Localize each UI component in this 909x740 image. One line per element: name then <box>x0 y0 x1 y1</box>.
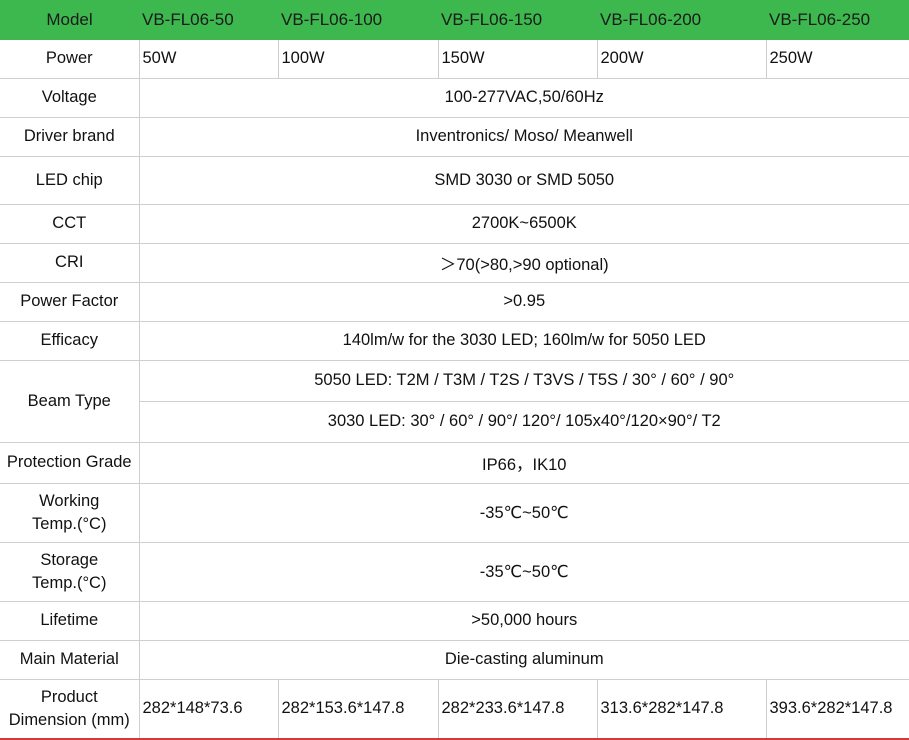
dimension-value-4: 313.6*282*147.8 <box>597 679 767 740</box>
power-value-3: 150W <box>438 40 598 79</box>
pf-label: Power Factor <box>0 282 140 322</box>
cct-label: CCT <box>0 204 140 244</box>
beam-label: Beam Type <box>0 360 140 443</box>
dimension-value-2: 282*153.6*147.8 <box>278 679 439 740</box>
power-label: Power <box>0 40 140 79</box>
voltage-value: 100-277VAC,50/60Hz <box>139 78 909 118</box>
dimension-row: Product Dimension (mm) 282*148*73.6 282*… <box>0 679 909 740</box>
efficacy-value: 140lm/w for the 3030 LED; 160lm/w for 50… <box>139 321 909 361</box>
voltage-row: Voltage 100-277VAC,50/60Hz <box>0 78 909 118</box>
driver-row: Driver brand Inventronics/ Moso/ Meanwel… <box>0 117 909 157</box>
protection-value: IP66，IK10 <box>139 442 909 484</box>
lifetime-value: >50,000 hours <box>139 601 909 641</box>
chip-label: LED chip <box>0 156 140 205</box>
lifetime-row: Lifetime >50,000 hours <box>0 601 909 641</box>
working-row: Working Temp.(°C) -35℃~50℃ <box>0 483 909 543</box>
dimension-label-line-1: Product <box>40 687 98 706</box>
efficacy-row: Efficacy 140lm/w for the 3030 LED; 160lm… <box>0 321 909 361</box>
model-1: VB-FL06-50 <box>139 0 278 40</box>
protection-row: Protection Grade IP66，IK10 <box>0 442 909 484</box>
power-value-5: 250W <box>766 40 909 79</box>
driver-label: Driver brand <box>0 117 140 157</box>
lifetime-label: Lifetime <box>0 601 140 641</box>
cri-row: CRI ＞70(>80,>90 optional) <box>0 243 909 283</box>
working-label: Working Temp.(°C) <box>0 483 140 543</box>
chip-value: SMD 3030 or SMD 5050 <box>139 156 909 205</box>
model-label: Model <box>0 0 139 40</box>
storage-label: Storage Temp.(°C) <box>0 542 140 602</box>
material-row: Main Material Die-casting aluminum <box>0 640 909 680</box>
storage-value: -35℃~50℃ <box>139 542 909 602</box>
cct-row: CCT 2700K~6500K <box>0 204 909 244</box>
dimension-label-line-2: Dimension (mm) <box>8 710 130 729</box>
dimension-label: Product Dimension (mm) <box>0 679 140 740</box>
dimension-value-5: 393.6*282*147.8 <box>766 679 909 740</box>
storage-label-line-2: Temp.(°C) <box>32 573 107 592</box>
pf-row: Power Factor >0.95 <box>0 282 909 322</box>
working-label-line-1: Working <box>39 491 100 510</box>
header-row: Model VB-FL06-50 VB-FL06-100 VB-FL06-150… <box>0 0 909 40</box>
efficacy-label: Efficacy <box>0 321 140 361</box>
working-label-line-2: Temp.(°C) <box>32 514 107 533</box>
spec-table: Model VB-FL06-50 VB-FL06-100 VB-FL06-150… <box>0 0 909 740</box>
power-value-4: 200W <box>597 40 767 79</box>
working-value: -35℃~50℃ <box>139 483 909 543</box>
model-2: VB-FL06-100 <box>278 0 438 40</box>
model-3: VB-FL06-150 <box>438 0 597 40</box>
driver-value: Inventronics/ Moso/ Meanwell <box>139 117 909 157</box>
pf-value: >0.95 <box>139 282 909 322</box>
cct-value: 2700K~6500K <box>139 204 909 244</box>
beam-value-5050: 5050 LED: T2M / T3M / T2S / T3VS / T5S /… <box>139 360 909 402</box>
model-4: VB-FL06-200 <box>597 0 766 40</box>
beam-value-3030: 3030 LED: 30° / 60° / 90°/ 120°/ 105x40°… <box>139 401 909 443</box>
storage-row: Storage Temp.(°C) -35℃~50℃ <box>0 542 909 602</box>
beam-row-1: Beam Type 5050 LED: T2M / T3M / T2S / T3… <box>0 360 909 443</box>
dimension-value-3: 282*233.6*147.8 <box>438 679 598 740</box>
material-value: Die-casting aluminum <box>139 640 909 680</box>
model-5: VB-FL06-250 <box>766 0 909 40</box>
protection-label: Protection Grade <box>0 442 140 484</box>
dimension-value-1: 282*148*73.6 <box>139 679 279 740</box>
power-value-2: 100W <box>278 40 439 79</box>
chip-row: LED chip SMD 3030 or SMD 5050 <box>0 156 909 205</box>
cri-value: ＞70(>80,>90 optional) <box>139 243 909 283</box>
material-label: Main Material <box>0 640 140 680</box>
power-row: Power 50W 100W 150W 200W 250W <box>0 40 909 79</box>
cri-label: CRI <box>0 243 140 283</box>
storage-label-line-1: Storage <box>40 550 99 569</box>
voltage-label: Voltage <box>0 78 140 118</box>
power-value-1: 50W <box>139 40 279 79</box>
